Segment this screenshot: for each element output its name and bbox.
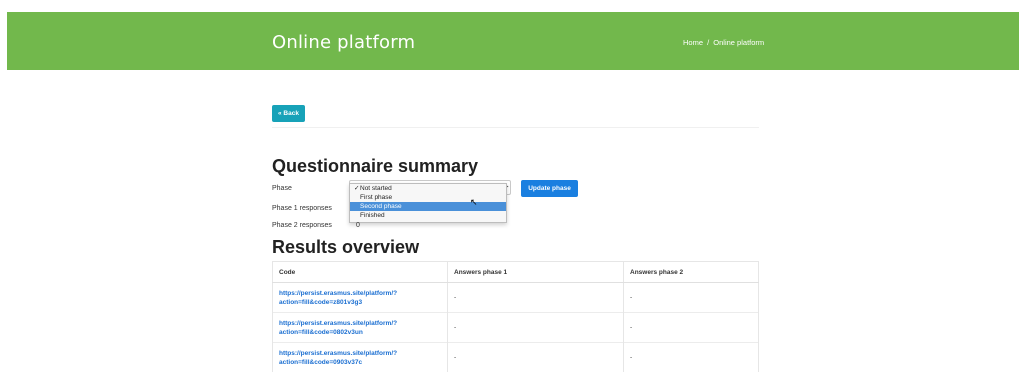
phase2-responses-label: Phase 2 responses bbox=[272, 222, 332, 229]
breadcrumb: Home / Online platform bbox=[683, 38, 764, 47]
results-table: Code Answers phase 1 Answers phase 2 htt… bbox=[272, 261, 759, 372]
phase2-responses-value: 0 bbox=[356, 222, 360, 229]
phase1-responses-label: Phase 1 responses bbox=[272, 205, 332, 212]
answers-phase-2-cell: - bbox=[624, 343, 759, 372]
breadcrumb-home-link[interactable]: Home bbox=[683, 38, 703, 47]
table-row: https://persist.erasmus.site/platform/?a… bbox=[273, 283, 759, 313]
table-row: https://persist.erasmus.site/platform/?a… bbox=[273, 343, 759, 372]
site-header bbox=[7, 12, 1019, 70]
code-cell: https://persist.erasmus.site/platform/?a… bbox=[273, 283, 448, 313]
back-button[interactable]: « Back bbox=[272, 105, 305, 122]
phase-option-not-started[interactable]: ✓Not started bbox=[350, 184, 506, 193]
table-header-row: Code Answers phase 1 Answers phase 2 bbox=[273, 262, 759, 283]
phase-dropdown-menu[interactable]: ✓Not started First phase Second phase Fi… bbox=[349, 183, 507, 223]
divider bbox=[272, 127, 759, 128]
mouse-cursor-icon: ↖ bbox=[470, 197, 478, 208]
answers-phase-1-cell: - bbox=[448, 313, 624, 343]
column-header-answers-phase-2: Answers phase 2 bbox=[624, 262, 759, 283]
phase-option-finished[interactable]: Finished bbox=[350, 211, 506, 220]
phase-option-first-phase[interactable]: First phase bbox=[350, 193, 506, 202]
update-phase-button[interactable]: Update phase bbox=[521, 180, 578, 197]
answers-phase-2-cell: - bbox=[624, 283, 759, 313]
answers-phase-1-cell: - bbox=[448, 283, 624, 313]
answers-phase-2-cell: - bbox=[624, 313, 759, 343]
code-link[interactable]: https://persist.erasmus.site/platform/?a… bbox=[279, 319, 441, 337]
code-cell: https://persist.erasmus.site/platform/?a… bbox=[273, 343, 448, 372]
column-header-answers-phase-1: Answers phase 1 bbox=[448, 262, 624, 283]
column-header-code: Code bbox=[273, 262, 448, 283]
table-row: https://persist.erasmus.site/platform/?a… bbox=[273, 313, 759, 343]
code-link[interactable]: https://persist.erasmus.site/platform/?a… bbox=[279, 349, 441, 367]
answers-phase-1-cell: - bbox=[448, 343, 624, 372]
results-overview-heading: Results overview bbox=[272, 237, 419, 258]
code-link[interactable]: https://persist.erasmus.site/platform/?a… bbox=[279, 289, 441, 307]
breadcrumb-current: Online platform bbox=[713, 38, 764, 47]
code-cell: https://persist.erasmus.site/platform/?a… bbox=[273, 313, 448, 343]
questionnaire-summary-heading: Questionnaire summary bbox=[272, 156, 478, 177]
breadcrumb-separator: / bbox=[707, 38, 709, 47]
phase-option-second-phase[interactable]: Second phase bbox=[350, 202, 506, 211]
phase-label: Phase bbox=[272, 185, 292, 192]
site-title[interactable]: Online platform bbox=[272, 32, 415, 53]
